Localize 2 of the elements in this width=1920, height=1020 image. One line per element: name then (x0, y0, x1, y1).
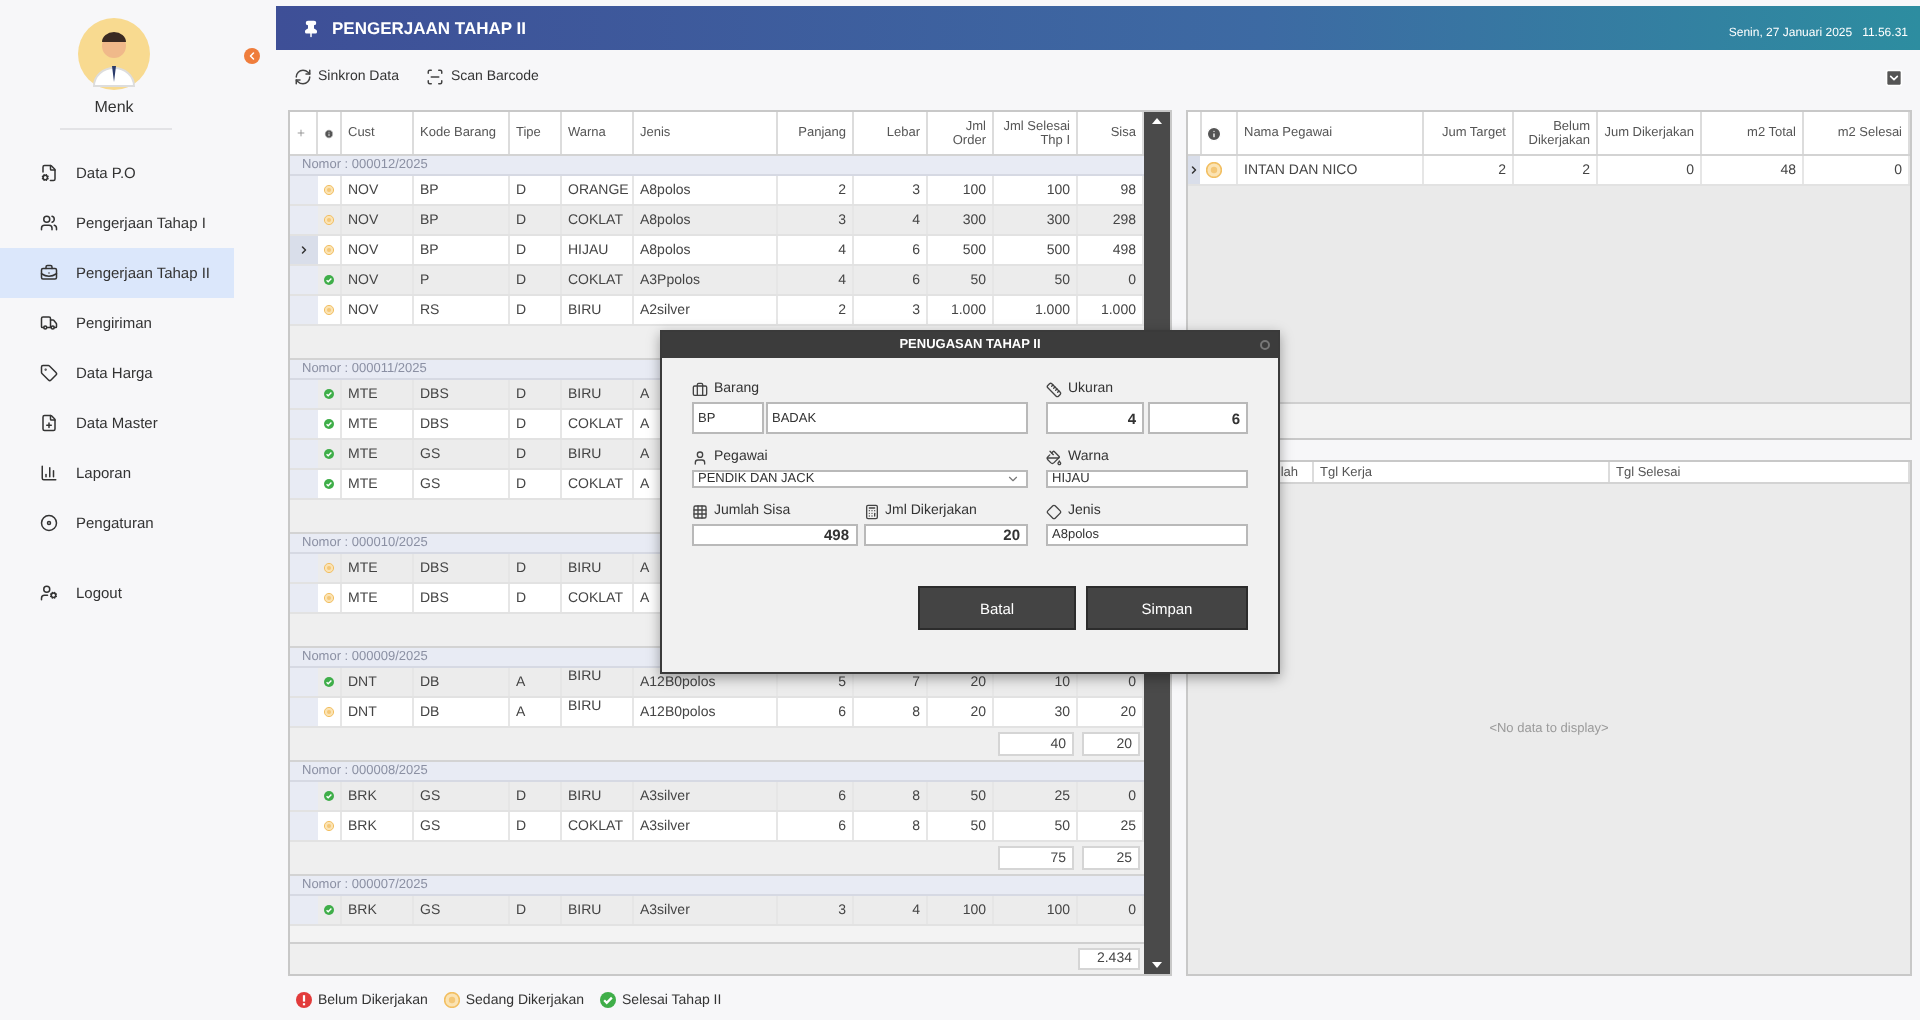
page-title: PENGERJAAN TAHAP II (332, 18, 526, 38)
user-name: Menk (92, 98, 136, 116)
